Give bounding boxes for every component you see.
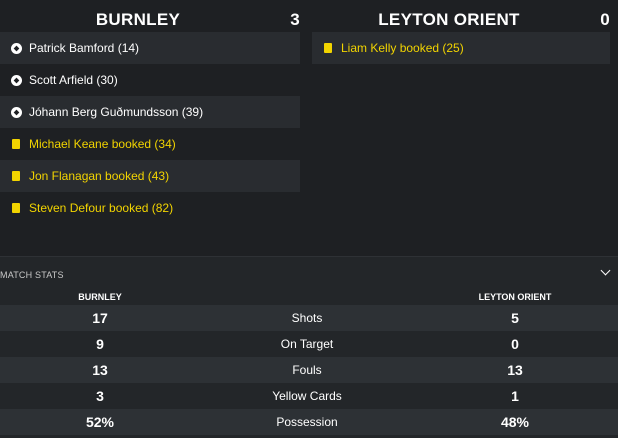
stat-away-value: 5 — [511, 310, 519, 326]
ball-icon — [10, 106, 22, 118]
stat-label: Shots — [291, 311, 323, 325]
match-stats-title: MATCH STATS — [0, 270, 64, 280]
event-text: Scott Arfield (30) — [29, 73, 118, 87]
stat-away-value: 0 — [511, 336, 519, 352]
event-text: Steven Defour booked (82) — [29, 201, 174, 215]
stat-label: Fouls — [292, 363, 322, 377]
home-events-list: Patrick Bamford (14) Scott Arfield (30) … — [0, 32, 300, 224]
stat-home-value: 52% — [85, 414, 115, 430]
match-stats-panel: MATCH STATS BURNLEY LEYTON ORIENT 17 Sho… — [0, 257, 618, 438]
stat-label: On Target — [280, 337, 334, 351]
stat-home-value: 9 — [96, 336, 104, 352]
stat-home-value: 13 — [92, 362, 108, 378]
home-event-goal[interactable]: Patrick Bamford (14) — [0, 32, 300, 64]
stat-away-value: 48% — [500, 414, 530, 430]
home-event-booking[interactable]: Jon Flanagan booked (43) — [0, 160, 300, 192]
yellow-card-icon — [12, 139, 20, 149]
away-event-booking[interactable]: Liam Kelly booked (25) — [312, 32, 610, 64]
away-events-list: Liam Kelly booked (25) — [312, 32, 610, 64]
stat-row-shots: 17 Shots 5 — [0, 305, 618, 331]
yellow-card-icon — [324, 43, 332, 53]
home-team-header: BURNLEY 3 — [0, 8, 300, 32]
event-text: Jon Flanagan booked (43) — [29, 169, 170, 183]
event-text: Liam Kelly booked (25) — [341, 41, 464, 55]
stat-label: Possession — [276, 415, 338, 429]
stats-home-label: BURNLEY — [78, 292, 122, 302]
home-event-booking[interactable]: Steven Defour booked (82) — [0, 192, 300, 224]
away-team-score: 0 — [600, 10, 610, 29]
away-team-header: LEYTON ORIENT 0 — [312, 8, 610, 32]
event-text: Patrick Bamford (14) — [29, 41, 140, 55]
away-team-name: LEYTON ORIENT — [378, 10, 520, 29]
stat-home-value: 3 — [96, 388, 104, 404]
home-event-goal[interactable]: Jóhann Berg Guðmundsson (39) — [0, 96, 300, 128]
yellow-card-icon — [12, 203, 20, 213]
stat-away-value: 1 — [511, 388, 519, 404]
home-event-goal[interactable]: Scott Arfield (30) — [0, 64, 300, 96]
chevron-down-icon[interactable] — [598, 265, 612, 279]
stat-row-fouls: 13 Fouls 13 — [0, 357, 618, 383]
stat-row-yellow-cards: 3 Yellow Cards 1 — [0, 383, 618, 409]
stats-table: 17 Shots 5 9 On Target 0 13 Fouls 13 3 Y… — [0, 305, 618, 435]
home-event-booking[interactable]: Michael Keane booked (34) — [0, 128, 300, 160]
home-team-name: BURNLEY — [95, 10, 181, 29]
ball-icon — [10, 42, 22, 54]
ball-icon — [10, 74, 22, 86]
stat-away-value: 13 — [507, 362, 523, 378]
home-team-score: 3 — [290, 10, 300, 29]
stats-away-label: LEYTON ORIENT — [478, 292, 552, 302]
event-text: Michael Keane booked (34) — [29, 137, 176, 151]
event-text: Jóhann Berg Guðmundsson (39) — [29, 105, 204, 119]
stat-row-possession: 52% Possession 48% — [0, 409, 618, 435]
stat-home-value: 17 — [92, 310, 108, 326]
match-events-panel: BURNLEY 3 LEYTON ORIENT 0 Patrick Bamfor… — [0, 0, 618, 256]
yellow-card-icon — [12, 171, 20, 181]
stat-row-on-target: 9 On Target 0 — [0, 331, 618, 357]
stat-label: Yellow Cards — [272, 389, 342, 403]
